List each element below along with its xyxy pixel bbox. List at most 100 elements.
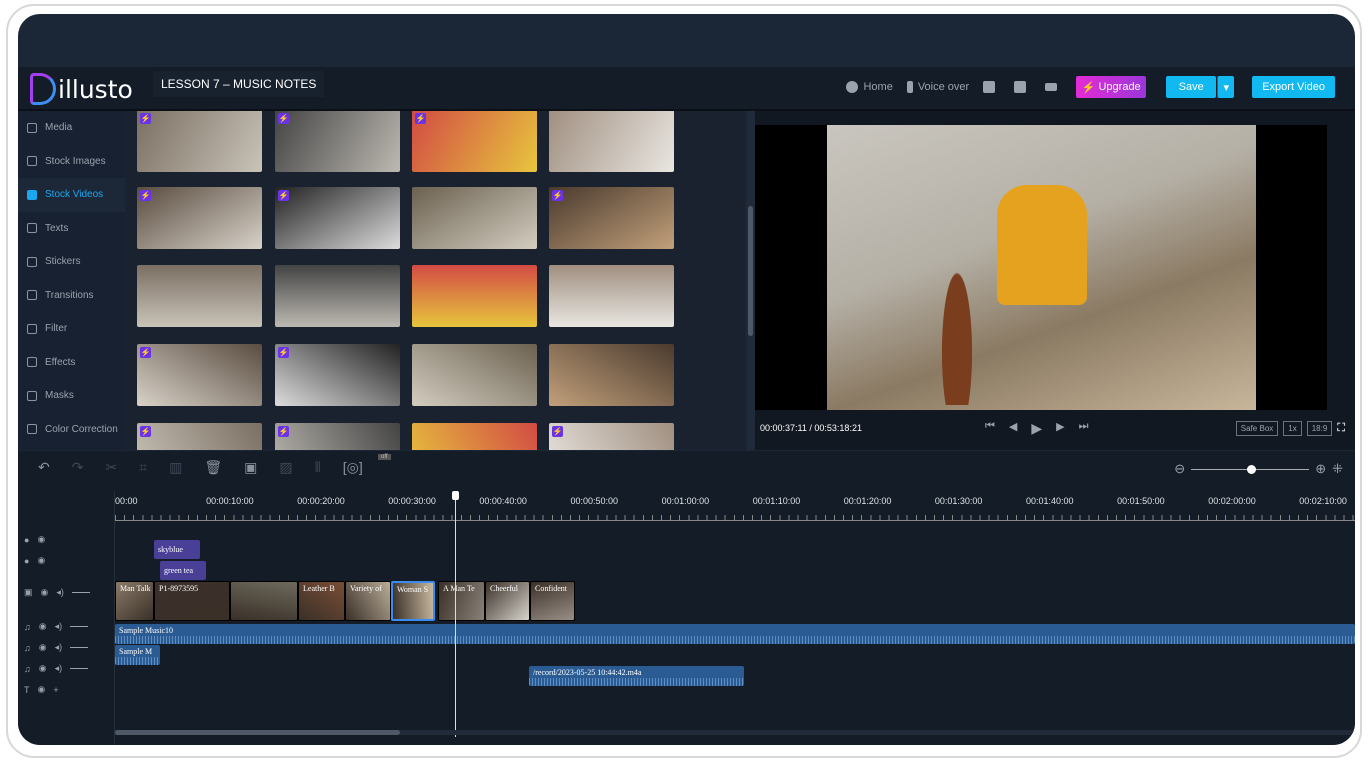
logo[interactable]: illusto [30, 73, 133, 105]
stock-video-thumbnail[interactable]: ⚡ [137, 423, 262, 450]
zoom-out-icon[interactable]: ⊖ [1174, 461, 1185, 477]
aspect-ratio-button[interactable]: 18:9 [1306, 420, 1333, 436]
sidebar-item-media[interactable]: Media [18, 111, 125, 145]
timeline-scroll-thumb[interactable] [115, 730, 400, 735]
sidebar-item-color-correction[interactable]: Color Correction [18, 413, 125, 447]
video-clip[interactable]: Confident [530, 581, 575, 621]
grid-scrollbar[interactable] [747, 111, 755, 450]
stock-video-thumbnail[interactable]: ⚡ [275, 423, 400, 450]
volume-slider[interactable] [70, 626, 89, 627]
eye-icon[interactable]: ◉ [37, 534, 45, 545]
eye-icon[interactable]: ◉ [39, 663, 47, 674]
eye-icon[interactable]: ◉ [38, 684, 46, 695]
keyboard-icon[interactable] [1045, 83, 1058, 91]
play-icon[interactable]: ▶ [1031, 420, 1042, 437]
video-clip[interactable]: Cheerful [485, 581, 530, 621]
save-button[interactable]: Save [1166, 76, 1217, 98]
redo-icon[interactable]: ↷ [72, 459, 84, 476]
stock-video-thumbnail[interactable] [137, 265, 262, 327]
video-clip[interactable]: P1-8973595 [154, 581, 230, 621]
stock-video-thumbnail[interactable]: ⚡ [137, 111, 262, 172]
volume-slider[interactable] [70, 668, 89, 669]
audio-clip[interactable]: /record/2023-05-25 10:44:42.m4a [529, 666, 744, 686]
project-title[interactable]: LESSON 7 – MUSIC NOTES [153, 71, 325, 97]
freeze-icon[interactable]: ⦀ [315, 459, 321, 476]
safe-box-button[interactable]: Safe Box [1235, 420, 1279, 436]
volume-icon[interactable]: ◂) [55, 621, 63, 632]
fit-icon[interactable]: ⁜ [1332, 461, 1343, 477]
volume-icon[interactable]: ◂) [55, 642, 63, 653]
stock-video-thumbnail[interactable]: ⚡ [137, 187, 262, 249]
stock-video-thumbnail[interactable] [549, 344, 674, 406]
speed-button[interactable]: 1x [1283, 420, 1302, 436]
fullscreen-icon[interactable]: ⛶ [1337, 422, 1345, 435]
sidebar-item-effects[interactable]: Effects [18, 346, 125, 380]
skip-start-icon[interactable]: ⏮ [985, 420, 995, 437]
video-clip[interactable]: Leather B [298, 581, 345, 621]
voice-over-button[interactable]: Voice over [906, 81, 969, 94]
video-clip[interactable]: A Man Te [438, 581, 485, 621]
scrollbar-thumb[interactable] [748, 206, 753, 336]
volume-icon[interactable]: ◂) [55, 663, 63, 674]
add-text-icon[interactable]: + [53, 685, 58, 695]
stock-video-thumbnail[interactable]: ⚡ [275, 187, 400, 249]
effect-clip[interactable]: skyblue [154, 540, 200, 559]
stock-video-thumbnail[interactable] [412, 187, 537, 249]
document-history-icon[interactable] [983, 81, 996, 93]
step-back-icon[interactable]: ◀ [1009, 420, 1017, 437]
split-icon[interactable]: ▥ [169, 459, 182, 476]
volume-slider[interactable] [70, 647, 89, 648]
sidebar-item-stock-images[interactable]: Stock Images [18, 145, 125, 179]
save-dropdown-button[interactable]: ▾ [1217, 76, 1235, 98]
eye-icon[interactable]: ◉ [37, 555, 45, 566]
sidebar-item-masks[interactable]: Masks [18, 379, 125, 413]
snap-icon[interactable]: [◎] [343, 459, 363, 476]
stock-video-thumbnail[interactable] [549, 265, 674, 327]
effect-clip[interactable]: green tea [160, 561, 206, 580]
zoom-slider-handle[interactable] [1247, 464, 1257, 474]
video-clip[interactable] [230, 581, 298, 621]
undo-icon[interactable]: ↶ [38, 459, 50, 476]
sidebar-item-transitions[interactable]: Transitions [18, 279, 125, 313]
stock-video-thumbnail[interactable] [275, 265, 400, 327]
video-clip[interactable]: Variety of [345, 581, 391, 621]
sidebar-item-stock-videos[interactable]: Stock Videos [18, 178, 125, 212]
ai-tool-icon[interactable]: ▣ [244, 459, 257, 476]
zoom-slider[interactable] [1191, 464, 1310, 474]
stock-video-thumbnail[interactable] [412, 265, 537, 327]
stock-video-thumbnail[interactable]: ⚡ [137, 344, 262, 406]
stock-video-thumbnail[interactable]: ⚡ [549, 423, 674, 450]
eye-icon[interactable]: ◉ [41, 587, 49, 598]
audio-clip[interactable]: Sample Music10 [115, 624, 1355, 644]
delete-icon[interactable]: 🗑 [204, 459, 222, 476]
stock-video-thumbnail[interactable] [412, 344, 537, 406]
video-clip[interactable]: Woman S [391, 581, 435, 621]
step-forward-icon[interactable]: ▶ [1056, 420, 1064, 437]
home-link[interactable]: Home [846, 81, 893, 94]
stock-video-thumbnail[interactable]: ⚡ [275, 111, 400, 172]
upgrade-button[interactable]: ⚡ Upgrade [1076, 76, 1147, 98]
crop-icon[interactable]: ⌗ [139, 459, 147, 476]
sidebar-item-filter[interactable]: Filter [18, 312, 125, 346]
timeline-scrollbar[interactable] [115, 730, 1355, 735]
playhead[interactable] [452, 491, 459, 737]
volume-icon[interactable]: ◂) [56, 587, 64, 598]
image-edit-icon[interactable]: ▨ [279, 459, 292, 476]
stock-video-thumbnail[interactable] [412, 423, 537, 450]
eye-icon[interactable]: ◉ [39, 621, 47, 632]
stock-video-thumbnail[interactable]: ⚡ [549, 187, 674, 249]
volume-slider[interactable] [71, 592, 90, 593]
sidebar-item-stickers[interactable]: Stickers [18, 245, 125, 279]
video-clip[interactable]: Man Talk [115, 581, 154, 621]
stock-video-thumbnail[interactable]: ⚡ [275, 344, 400, 406]
export-video-button[interactable]: Export Video [1252, 76, 1335, 98]
skip-end-icon[interactable]: ⏭ [1079, 420, 1089, 437]
time-ruler[interactable]: 00:00 00:00:10:00 00:00:20:00 00:00:30:00 00… [115, 491, 1355, 531]
sidebar-item-texts[interactable]: Texts [18, 212, 125, 246]
zoom-in-icon[interactable]: ⊕ [1315, 461, 1326, 477]
clipboard-check-icon[interactable] [1014, 81, 1027, 93]
cut-icon[interactable]: ✂ [105, 459, 117, 476]
stock-video-thumbnail[interactable]: ⚡ [412, 111, 537, 172]
eye-icon[interactable]: ◉ [39, 642, 47, 653]
stock-video-thumbnail[interactable] [549, 111, 674, 172]
